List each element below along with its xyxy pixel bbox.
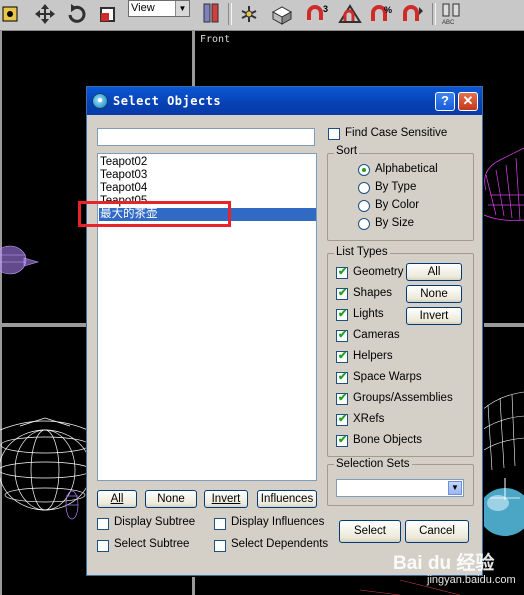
list-type-checkbox-bone-objects[interactable]: [336, 433, 348, 447]
find-case-sensitive-checkbox[interactable]: [328, 128, 340, 140]
move-icon[interactable]: [32, 2, 58, 26]
display-influences-label: Display Influences: [231, 516, 325, 528]
viewport-label: Front: [200, 34, 231, 45]
keyboard-shortcut-icon[interactable]: [268, 2, 296, 26]
use-pivot-icon[interactable]: [198, 2, 224, 26]
reference-coordinate-value: View: [131, 2, 155, 14]
white-teapot-wireframe: [0, 417, 93, 511]
purple-teapot-wireframe: [0, 245, 40, 275]
watermark-url: jingyan.baidu.com: [427, 574, 516, 586]
sort-option-label: Alphabetical: [375, 163, 438, 175]
select-dependents-checkbox[interactable]: [214, 540, 226, 552]
cancel-button[interactable]: Cancel: [405, 520, 469, 543]
list-type-label: Geometry: [353, 266, 404, 278]
snap-mode-label: 3: [323, 4, 328, 14]
percent-snap-icon[interactable]: %: [368, 2, 396, 26]
sort-option-label: By Type: [375, 181, 417, 193]
app-icon: ●: [92, 93, 108, 109]
sort-radio-by-size[interactable]: [358, 218, 370, 230]
select-subtree-label: Select Subtree: [114, 538, 190, 550]
dialog-titlebar[interactable]: ● Select Objects ? ✕: [87, 87, 482, 115]
list-type-checkbox-helpers[interactable]: [336, 349, 348, 363]
sort-radio-by-color[interactable]: [358, 200, 370, 212]
purple-small-wireframe: [65, 490, 79, 520]
find-case-sensitive-label: Find Case Sensitive: [345, 127, 448, 139]
sort-option-label: By Color: [375, 199, 420, 211]
selection-sets-group-title: Selection Sets: [334, 458, 412, 470]
white-wireframe-right: [481, 391, 524, 471]
name-filter-input[interactable]: [97, 128, 315, 146]
select-dependents-label: Select Dependents: [231, 538, 329, 550]
list-type-checkbox-lights[interactable]: [336, 307, 348, 321]
object-list-item[interactable]: Teapot02: [99, 156, 316, 169]
display-subtree-label: Display Subtree: [114, 516, 196, 528]
close-button[interactable]: ✕: [458, 92, 478, 111]
baidu-jingyan-watermark: Bai du 经验 jingyan.baidu.com: [393, 548, 523, 592]
selection-sets-dropdown[interactable]: ▼: [336, 479, 464, 497]
select-button[interactable]: Select: [339, 520, 401, 543]
list-types-group: [327, 253, 474, 457]
select-icon[interactable]: [0, 2, 20, 26]
chevron-down-icon[interactable]: ▼: [448, 481, 462, 495]
blue-teapot-shaded: [479, 478, 524, 536]
select-objects-dialog: ● Select Objects ? ✕ Teapot02 Teapot03 Tea…: [86, 86, 483, 576]
list-type-checkbox-space-warps[interactable]: [336, 370, 348, 384]
types-invert-button[interactable]: Invert: [406, 307, 462, 325]
sort-option-label: By Size: [375, 217, 414, 229]
help-button[interactable]: ?: [435, 92, 455, 111]
types-none-button[interactable]: None: [406, 285, 462, 303]
sort-group-title: Sort: [334, 145, 360, 157]
angle-snap-icon[interactable]: [336, 2, 364, 26]
named-selection-icon[interactable]: ABC: [438, 2, 468, 26]
highlight-annotation-box: [78, 201, 231, 227]
select-subtree-checkbox[interactable]: [97, 540, 109, 552]
list-types-group-title: List Types: [334, 246, 390, 258]
list-invert-button[interactable]: Invert: [204, 490, 248, 508]
watermark-logo: Bai du 经验: [393, 553, 495, 574]
scale-icon[interactable]: [96, 2, 122, 26]
list-influences-button[interactable]: Influences: [257, 490, 317, 508]
list-all-label: All: [110, 493, 124, 505]
list-none-button[interactable]: None: [145, 490, 197, 508]
list-type-label: Lights: [353, 308, 384, 320]
list-type-label: Bone Objects: [353, 434, 423, 446]
list-type-checkbox-cameras[interactable]: [336, 328, 348, 342]
types-all-button[interactable]: All: [406, 263, 462, 281]
rotate-icon[interactable]: [64, 2, 90, 26]
list-type-label: Shapes: [353, 287, 393, 299]
sort-radio-by-type[interactable]: [358, 182, 370, 194]
manipulate-icon[interactable]: [236, 2, 262, 26]
dialog-title: Select Objects: [113, 94, 222, 108]
chevron-down-icon[interactable]: ▼: [175, 1, 189, 16]
list-type-checkbox-shapes[interactable]: [336, 286, 348, 300]
reference-coordinate-dropdown[interactable]: View ▼: [128, 0, 190, 17]
list-type-checkbox-xrefs[interactable]: [336, 412, 348, 426]
svg-text:ABC: ABC: [442, 20, 455, 26]
list-type-label: Groups/Assemblies: [353, 392, 453, 404]
object-list-item[interactable]: Teapot04: [99, 182, 316, 195]
list-type-checkbox-geometry[interactable]: [336, 265, 348, 279]
list-type-label: Helpers: [353, 350, 393, 362]
list-type-label: Cameras: [353, 329, 400, 341]
svg-text:%: %: [384, 5, 392, 15]
object-list-item[interactable]: Teapot03: [99, 169, 316, 182]
magenta-teapot-wireframe: [483, 147, 524, 221]
list-type-label: Space Warps: [353, 371, 422, 383]
display-influences-checkbox[interactable]: [214, 518, 226, 530]
sort-radio-alphabetical[interactable]: [358, 164, 370, 176]
display-subtree-checkbox[interactable]: [97, 518, 109, 530]
list-type-checkbox-groups-assemblies[interactable]: [336, 391, 348, 405]
main-toolbar: View ▼ 3 % ABC: [0, 0, 524, 31]
list-all-button[interactable]: All: [97, 490, 137, 508]
list-invert-label: Invert: [211, 493, 241, 505]
spinner-snap-icon[interactable]: [400, 2, 428, 26]
list-type-label: XRefs: [353, 413, 385, 425]
snap-3-icon[interactable]: 3: [304, 2, 332, 26]
